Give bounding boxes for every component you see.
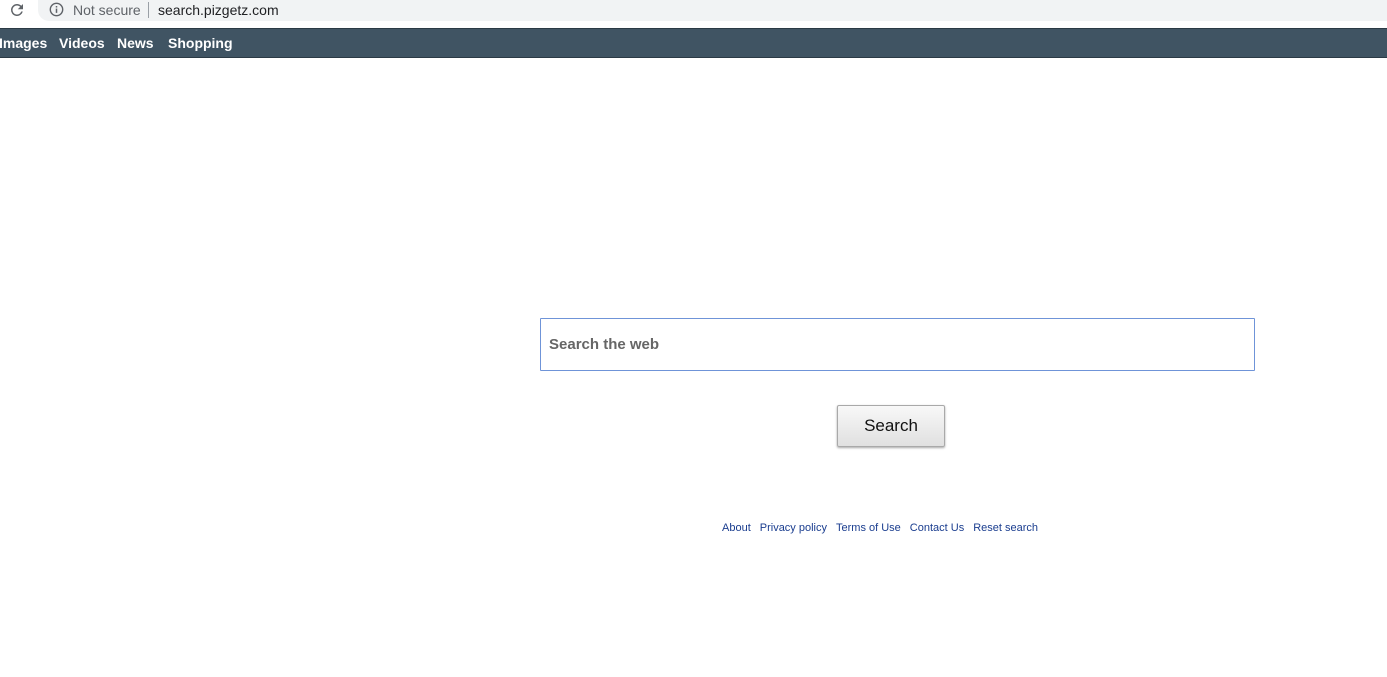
footer-link-contact-us[interactable]: Contact Us — [910, 522, 964, 534]
footer-link-reset-search[interactable]: Reset search — [973, 522, 1038, 534]
reload-icon[interactable] — [7, 0, 27, 20]
url-text[interactable]: search.pizgetz.com — [158, 1, 279, 19]
nav-item-images[interactable]: Images — [0, 35, 47, 51]
address-separator — [148, 2, 149, 18]
footer-link-privacy-policy[interactable]: Privacy policy — [760, 522, 827, 534]
address-bar[interactable]: Not secure search.pizgetz.com — [38, 0, 1387, 21]
footer-link-terms-of-use[interactable]: Terms of Use — [836, 522, 901, 534]
security-status-label[interactable]: Not secure — [73, 1, 141, 19]
browser-toolbar: Not secure search.pizgetz.com — [0, 0, 1387, 27]
search-button[interactable]: Search — [837, 405, 945, 447]
nav-item-news[interactable]: News — [117, 35, 154, 51]
nav-item-videos[interactable]: Videos — [59, 35, 105, 51]
top-navigation-bar: Images Videos News Shopping — [0, 28, 1387, 58]
footer-links: About Privacy policy Terms of Use Contact U… — [722, 521, 1047, 535]
info-icon[interactable] — [49, 2, 64, 17]
nav-item-shopping[interactable]: Shopping — [168, 35, 233, 51]
search-input[interactable] — [540, 318, 1255, 371]
footer-link-about[interactable]: About — [722, 522, 751, 534]
